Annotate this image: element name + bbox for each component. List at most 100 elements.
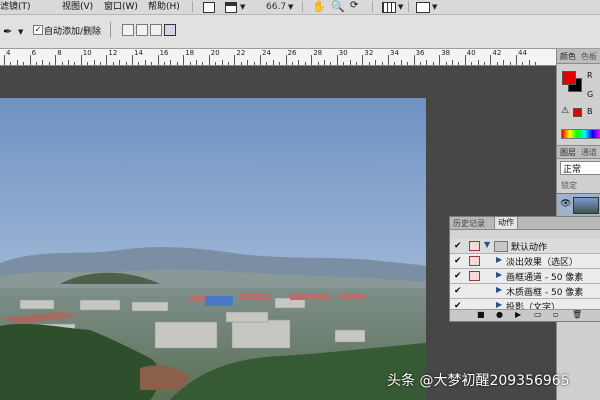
- ruler-major-tick: [183, 55, 185, 65]
- tab-history[interactable]: 历史记录: [453, 218, 485, 229]
- dialog-toggle-icon[interactable]: [469, 256, 480, 266]
- green-channel-label: G: [587, 90, 594, 99]
- blend-mode-select[interactable]: 正常: [560, 161, 600, 175]
- pen-tool-icon[interactable]: ✒: [3, 25, 12, 38]
- action-row[interactable]: ✔ ▶ 木质画框 - 50 像素: [450, 284, 600, 299]
- foreground-color-swatch[interactable]: [562, 71, 576, 85]
- chevron-down-icon[interactable]: ▼: [18, 28, 23, 36]
- ruler-minor-tick: [343, 62, 345, 65]
- tab-color[interactable]: 颜色: [560, 51, 576, 62]
- ruler-label: 36: [415, 49, 425, 57]
- trash-icon[interactable]: 🗑: [572, 310, 582, 319]
- warning-icon[interactable]: ⚠: [561, 106, 569, 116]
- layer-thumbnail: [573, 197, 599, 214]
- expand-triangle-icon[interactable]: ▶: [496, 285, 502, 294]
- expand-triangle-icon[interactable]: ▶: [496, 300, 502, 309]
- ruler-major-tick: [80, 55, 82, 65]
- launch-bridge-icon[interactable]: [203, 2, 215, 13]
- ruler-label: 34: [390, 49, 399, 57]
- document-photo[interactable]: [0, 98, 426, 400]
- checkmark-icon[interactable]: ✔: [454, 271, 462, 281]
- red-channel-label: R: [587, 71, 593, 80]
- auto-add-delete-label: 自动添加/删除: [44, 27, 102, 37]
- ruler-label: 20: [210, 49, 220, 57]
- new-action-icon[interactable]: ▫: [553, 310, 558, 319]
- ruler-label: 16: [159, 49, 169, 57]
- action-row[interactable]: ✔ ▶ 画框通道 - 50 像素: [450, 269, 600, 284]
- menu-separator: [302, 1, 303, 12]
- ruler-minor-tick: [240, 62, 242, 65]
- blend-mode-value: 正常: [563, 165, 582, 175]
- record-icon[interactable]: ●: [496, 310, 503, 319]
- dialog-toggle-icon[interactable]: [469, 241, 480, 251]
- chevron-down-icon[interactable]: ▼: [432, 3, 437, 11]
- ruler-minor-tick: [228, 62, 229, 65]
- menu-separator: [372, 1, 373, 12]
- menu-filter[interactable]: 滤镜(T): [0, 1, 31, 13]
- tab-channels[interactable]: 通道: [581, 147, 597, 158]
- zoom-level[interactable]: 66.7: [266, 1, 286, 13]
- zoom-tool-icon[interactable]: 🔍: [331, 0, 345, 13]
- menu-view[interactable]: 视图(V): [62, 1, 93, 13]
- new-set-icon[interactable]: ▭: [534, 310, 542, 319]
- path-mode-intersect-icon[interactable]: [150, 24, 162, 36]
- path-mode-subtract-icon[interactable]: [136, 24, 148, 36]
- ruler-minor-tick: [509, 62, 511, 65]
- ruler-major-tick: [490, 55, 492, 65]
- ruler-minor-tick: [23, 62, 25, 65]
- menu-help[interactable]: 帮助(H): [148, 1, 180, 13]
- expand-triangle-icon[interactable]: ▶: [496, 255, 502, 264]
- menu-window[interactable]: 窗口(W): [104, 1, 138, 13]
- ruler-label: 26: [287, 49, 297, 57]
- ruler-minor-tick: [432, 62, 434, 65]
- ruler-label: 22: [236, 49, 246, 57]
- chevron-down-icon[interactable]: ▼: [288, 3, 293, 11]
- ruler-major-tick: [106, 55, 108, 65]
- action-row[interactable]: ✔ ▶ 淡出效果（选区）: [450, 254, 600, 269]
- eye-icon[interactable]: 👁: [560, 199, 571, 209]
- chevron-down-icon[interactable]: ▼: [240, 3, 245, 11]
- ruler-major-tick: [464, 55, 466, 65]
- path-mode-exclude-icon[interactable]: [164, 24, 176, 36]
- ruler-minor-tick: [119, 60, 121, 65]
- tab-actions[interactable]: 动作: [494, 217, 518, 229]
- ruler-label: 38: [441, 49, 451, 57]
- ruler-minor-tick: [400, 60, 402, 65]
- rotate-view-icon[interactable]: ⟳: [350, 0, 358, 11]
- ruler-label: 12: [108, 49, 118, 57]
- expand-triangle-icon[interactable]: ▶: [496, 270, 502, 279]
- path-mode-add-icon[interactable]: [122, 24, 134, 36]
- checkmark-icon[interactable]: ✔: [454, 241, 462, 251]
- checkmark-icon[interactable]: ✔: [454, 286, 462, 296]
- arrange-documents-icon[interactable]: [382, 2, 396, 13]
- view-extras-icon[interactable]: [225, 2, 237, 13]
- ruler-major-tick: [4, 55, 5, 65]
- ruler-minor-tick: [164, 62, 165, 65]
- ruler-minor-tick: [68, 60, 69, 65]
- ruler-minor-tick: [196, 60, 197, 65]
- play-icon[interactable]: ▶: [515, 310, 521, 319]
- chevron-down-icon[interactable]: ▼: [398, 3, 403, 11]
- ruler-minor-tick: [458, 62, 460, 65]
- layer-row[interactable]: 👁: [557, 193, 600, 216]
- auto-add-delete-checkbox[interactable]: ✓: [33, 25, 43, 35]
- color-spectrum-bar[interactable]: [561, 129, 600, 139]
- tab-layers[interactable]: 图层: [560, 147, 576, 158]
- tab-swatches[interactable]: 色板: [581, 51, 597, 62]
- ruler-minor-tick: [151, 62, 153, 65]
- action-set-row[interactable]: ✔ ▼ 默认动作: [450, 239, 600, 254]
- options-separator: [110, 22, 111, 38]
- ruler-minor-tick: [247, 60, 249, 65]
- expand-triangle-icon[interactable]: ▼: [484, 240, 490, 249]
- screen-mode-icon[interactable]: [416, 2, 430, 13]
- ruler-minor-tick: [445, 62, 447, 65]
- stop-icon[interactable]: ■: [477, 310, 485, 319]
- ruler-minor-tick: [407, 62, 409, 65]
- ruler-minor-tick: [298, 60, 300, 65]
- ruler-major-tick: [388, 55, 389, 65]
- hand-tool-icon[interactable]: ✋: [312, 0, 326, 13]
- checkmark-icon[interactable]: ✔: [454, 256, 462, 266]
- dialog-toggle-icon[interactable]: [469, 271, 480, 281]
- gamut-warning-swatch[interactable]: [573, 108, 582, 117]
- ruler-minor-tick: [503, 60, 505, 65]
